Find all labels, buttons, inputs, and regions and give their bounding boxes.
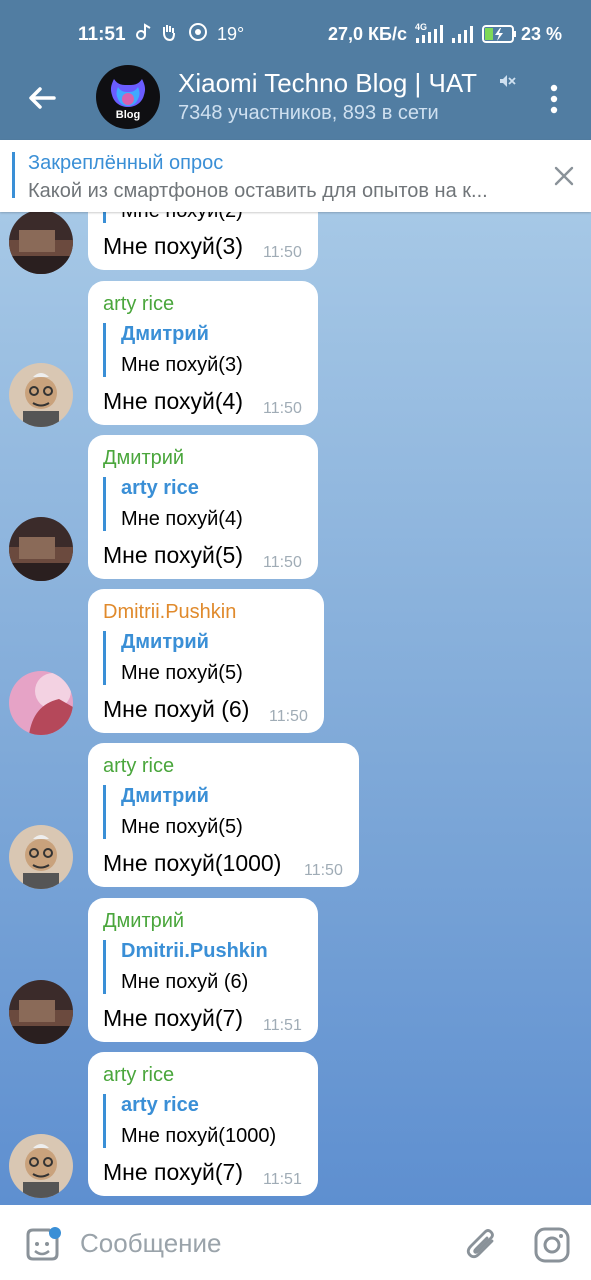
sender-name[interactable]: Дмитрий <box>103 447 184 470</box>
reply-text: Мне похуй(2) <box>121 212 243 223</box>
sender-name[interactable]: Дмитрий <box>103 910 184 933</box>
reply-name: Дмитрий <box>121 323 209 345</box>
reply-quote[interactable]: Dmitrii.Pushkin Мне похуй (6) <box>103 940 268 994</box>
reply-name: arty rice <box>121 477 199 499</box>
signal-icon <box>416 25 443 43</box>
reply-name: Dmitrii.Pushkin <box>121 940 268 962</box>
avatar[interactable] <box>9 980 73 1044</box>
avatar[interactable] <box>9 671 73 735</box>
landscape-avatar-icon <box>9 517 73 581</box>
status-battery: 23 % <box>521 24 563 44</box>
signal-icon-2 <box>452 26 473 43</box>
camera-icon[interactable] <box>532 1225 572 1265</box>
avatar[interactable] <box>9 1134 73 1198</box>
pink-avatar-icon <box>9 671 73 735</box>
message-time: 11:50 <box>304 862 343 879</box>
hand-icon <box>163 25 175 41</box>
reply-text: Мне похуй(1000) <box>121 1125 277 1147</box>
reply-text: Мне похуй(5) <box>121 816 243 838</box>
message-time: 11:50 <box>263 400 302 417</box>
reply-quote[interactable]: arty rice Мне похуй(4) <box>103 477 243 531</box>
message-time: 11:50 <box>269 708 308 725</box>
message-text: Мне похуй(3) <box>103 233 243 259</box>
message-text: Мне похуй(5) <box>103 542 243 568</box>
reply-text: Мне похуй (6) <box>121 971 249 993</box>
reply-name: Дмитрий <box>121 631 209 653</box>
attach-icon[interactable] <box>464 1225 502 1265</box>
avatar[interactable] <box>9 825 73 889</box>
message-bubble[interactable]: arty rice arty rice Мне похуй(1000) Мне … <box>88 1052 318 1196</box>
sender-name[interactable]: arty rice <box>103 293 174 316</box>
chat-title[interactable]: Xiaomi Techno Blog | ЧАТ <box>178 68 477 99</box>
pinned-title: Закреплённый опрос <box>28 152 224 174</box>
message-input[interactable]: Сообщение <box>80 1228 222 1259</box>
message-bubble[interactable]: Дмитрий Dmitrii.Pushkin Мне похуй (6) Мн… <box>88 898 318 1042</box>
message-input-bar: Сообщение <box>0 1205 591 1280</box>
message-bubble[interactable]: arty rice Дмитрий Мне похуй(5) Мне похуй… <box>88 743 359 887</box>
chat-subtitle: 7348 участников, 893 в сети <box>178 102 439 124</box>
reply-text: Мне похуй(4) <box>121 508 243 530</box>
cartoon-avatar-icon <box>9 363 73 427</box>
avatar[interactable] <box>9 363 73 427</box>
music-icon <box>136 23 151 40</box>
message-time: 11:50 <box>263 554 302 571</box>
pinned-text: Какой из смартфонов оставить для опытов … <box>28 180 488 202</box>
message-bubble[interactable]: Dmitrii.Pushkin Дмитрий Мне похуй(5) Мне… <box>88 589 324 733</box>
message-text: Мне похуй(1000) <box>103 850 282 876</box>
message-bubble[interactable]: Мне похуй(2) Мне похуй(3) 11:50 <box>88 212 318 270</box>
chat-avatar[interactable]: Blog <box>96 65 160 129</box>
chrome-icon <box>189 23 207 41</box>
reply-text: Мне похуй(3) <box>121 354 243 376</box>
message-text: Мне похуй (6) <box>103 696 250 722</box>
reply-text: Мне похуй(5) <box>121 662 243 684</box>
message-time: 11:50 <box>263 244 302 261</box>
pinned-accent-bar <box>12 152 15 198</box>
message-time: 11:51 <box>263 1017 302 1034</box>
avatar[interactable] <box>9 212 73 274</box>
sender-name[interactable]: arty rice <box>103 1064 174 1087</box>
sender-name[interactable]: arty rice <box>103 755 174 778</box>
message-text: Мне похуй(4) <box>103 388 243 414</box>
status-network-speed: 27,0 КБ/с <box>328 24 407 44</box>
pinned-message[interactable]: Закреплённый опрос Какой из смартфонов о… <box>0 140 591 212</box>
reply-name: Дмитрий <box>121 785 209 807</box>
message-text: Мне похуй(7) <box>103 1159 243 1185</box>
message-time: 11:51 <box>263 1171 302 1188</box>
sender-name[interactable]: Dmitrii.Pushkin <box>103 601 236 624</box>
message-bubble[interactable]: Дмитрий arty rice Мне похуй(4) Мне похуй… <box>88 435 318 579</box>
close-icon[interactable] <box>552 164 576 188</box>
message-text: Мне похуй(7) <box>103 1005 243 1031</box>
battery-icon <box>482 25 516 43</box>
landscape-avatar-icon <box>9 980 73 1044</box>
cartoon-avatar-icon <box>9 825 73 889</box>
reply-quote[interactable]: Мне похуй(2) <box>103 212 243 223</box>
reply-name: arty rice <box>121 1094 199 1116</box>
mute-icon <box>500 75 516 87</box>
message-bubble[interactable]: arty rice Дмитрий Мне похуй(3) Мне похуй… <box>88 281 318 425</box>
status-time: 11:51 <box>78 24 126 45</box>
reply-quote[interactable]: Дмитрий Мне похуй(5) <box>103 631 243 685</box>
status-temperature: 19° <box>217 24 245 44</box>
avatar[interactable] <box>9 517 73 581</box>
reply-quote[interactable]: Дмитрий Мне похуй(5) <box>103 785 243 839</box>
sticker-icon[interactable] <box>22 1225 62 1265</box>
cartoon-avatar-icon <box>9 1134 73 1198</box>
landscape-avatar-icon <box>9 212 73 274</box>
chat-avatar-label: Blog <box>115 109 141 121</box>
status-bar: 11:51 19° 27,0 КБ/с 4G 23 % <box>0 0 591 58</box>
reply-quote[interactable]: Дмитрий Мне похуй(3) <box>103 323 243 377</box>
reply-quote[interactable]: arty rice Мне похуй(1000) <box>103 1094 276 1148</box>
back-arrow-icon[interactable] <box>22 78 62 118</box>
chat-messages-area[interactable]: Мне похуй(2) Мне похуй(3) 11:50 arty ric… <box>0 212 591 1205</box>
more-vert-icon[interactable] <box>540 80 568 120</box>
chat-header: Blog Xiaomi Techno Blog | ЧАТ 7348 участ… <box>0 58 591 140</box>
